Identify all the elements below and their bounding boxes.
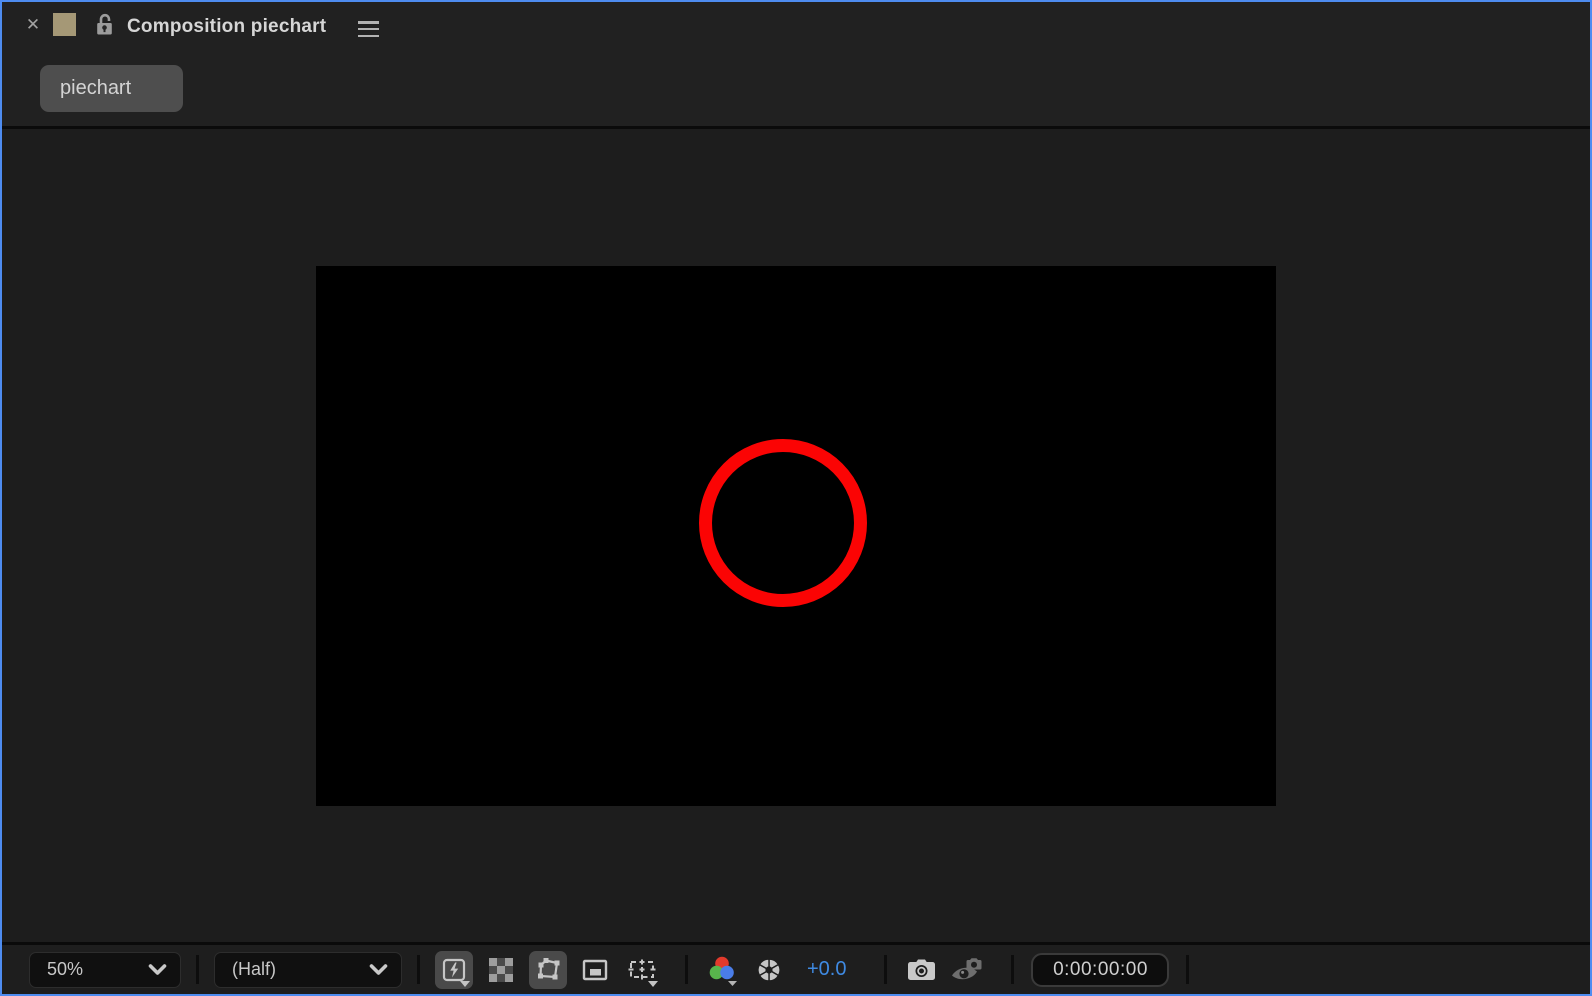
aperture-icon — [757, 957, 781, 982]
camera-icon — [907, 959, 935, 980]
toolbar-separator — [196, 955, 199, 984]
channel-settings-button[interactable] — [703, 951, 741, 989]
dropdown-arrow-icon — [648, 980, 658, 987]
exposure-value[interactable]: +0.0 — [807, 958, 846, 981]
panel-header: ✕ Composition piechart piechart — [2, 2, 1590, 129]
region-of-interest-button[interactable] — [576, 951, 614, 989]
toolbar-separator — [1011, 955, 1015, 984]
toolbar-separator — [417, 955, 420, 984]
toolbar-separator — [1186, 955, 1190, 984]
red-circle-shape — [699, 439, 867, 607]
dropdown-arrow-icon — [460, 980, 470, 987]
composition-canvas[interactable] — [316, 266, 1276, 806]
transparency-grid-button[interactable] — [482, 951, 520, 989]
resolution-dropdown[interactable]: (Half) — [214, 951, 402, 988]
magnification-dropdown[interactable]: 50% — [29, 951, 181, 988]
toolbar-separator — [685, 955, 688, 984]
panel-title: Composition piechart — [127, 16, 327, 37]
panel-menu-icon[interactable] — [358, 21, 379, 37]
fast-previews-button[interactable] — [435, 950, 473, 989]
rgb-channels-icon — [709, 956, 737, 986]
reset-exposure-button[interactable] — [750, 951, 788, 989]
tab-piechart-label: piechart — [60, 77, 132, 99]
toolbar-separator — [884, 955, 888, 984]
close-panel-button[interactable]: ✕ — [22, 14, 44, 36]
lightning-bolt-icon — [442, 958, 466, 981]
composition-panel-window: ✕ Composition piechart piechart 50% (Hal… — [0, 0, 1592, 996]
panel-grip-icon — [53, 13, 76, 36]
composition-viewer[interactable] — [2, 132, 1590, 942]
viewer-toolbar: 50% (Half) +0.0 0:00:00:00 — [2, 942, 1590, 994]
grid-and-guides-button[interactable] — [623, 951, 661, 989]
lock-unlocked-icon[interactable] — [94, 12, 115, 37]
chevron-down-icon — [369, 963, 388, 975]
grid-guides-icon — [628, 959, 656, 979]
show-snapshot-button[interactable] — [949, 951, 987, 989]
mask-path-icon — [537, 958, 559, 980]
magnification-value: 50% — [47, 959, 84, 979]
mask-visibility-button[interactable] — [529, 950, 567, 989]
chevron-down-icon — [148, 963, 167, 975]
current-time-field[interactable]: 0:00:00:00 — [1031, 952, 1170, 987]
take-snapshot-button[interactable] — [902, 951, 940, 989]
resolution-value: (Half) — [232, 959, 276, 979]
tab-piechart[interactable]: piechart — [40, 65, 183, 112]
snapshot-eye-icon — [952, 957, 982, 979]
region-of-interest-icon — [582, 959, 608, 980]
checkerboard-icon — [489, 957, 513, 982]
